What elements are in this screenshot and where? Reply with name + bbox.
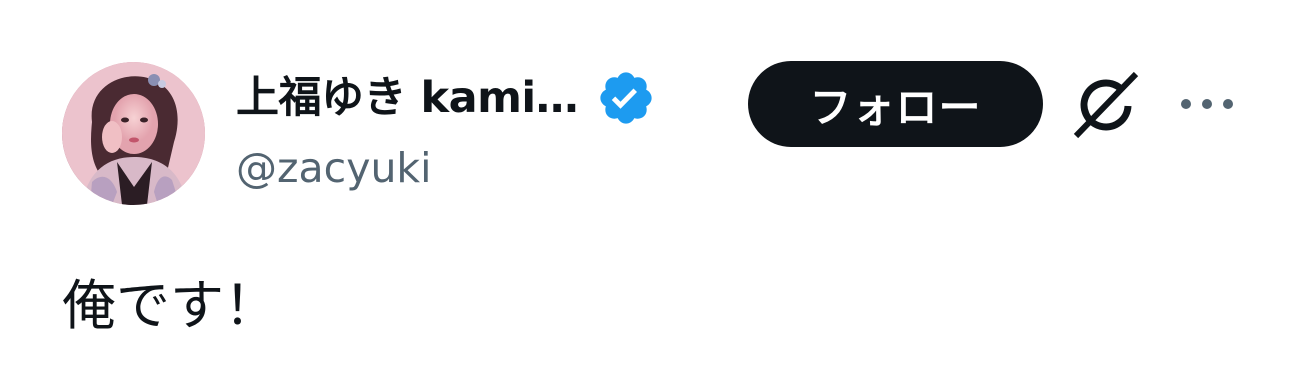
verified-badge-icon[interactable] <box>596 68 656 128</box>
grok-icon[interactable] <box>1070 70 1142 142</box>
more-options-icon[interactable] <box>1178 92 1236 116</box>
follow-button[interactable]: フォロー <box>748 61 1043 147</box>
handle[interactable]: @zacyuki <box>236 140 656 196</box>
tweet-text: 俺です！ <box>62 274 278 337</box>
name-row: 上福ゆき kami… <box>236 66 656 130</box>
tweet-card: 上福ゆき kami… @zacyuki フォロー 俺です！ <box>0 0 1300 375</box>
author-info: 上福ゆき kami… @zacyuki <box>236 66 656 196</box>
avatar[interactable] <box>62 62 205 205</box>
avatar-photo <box>62 62 205 205</box>
display-name[interactable]: 上福ゆき kami… <box>236 66 579 130</box>
